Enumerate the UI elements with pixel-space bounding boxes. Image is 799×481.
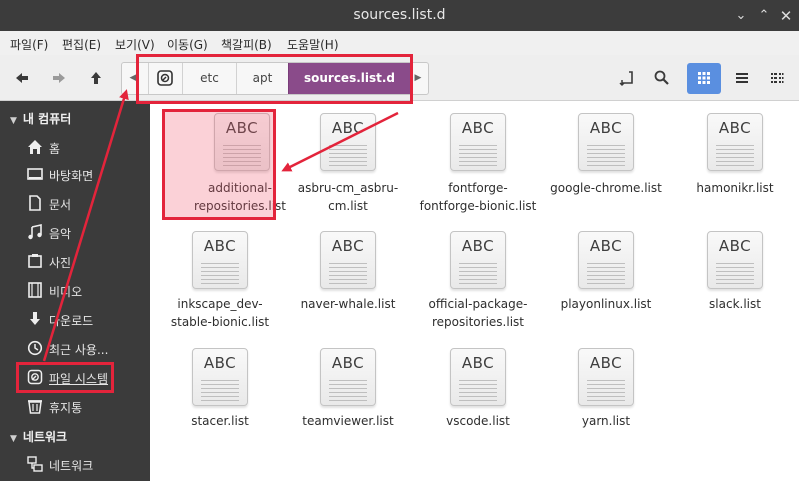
file-name: slack.list	[709, 297, 761, 311]
picture-icon	[26, 251, 44, 271]
icon-view-button[interactable]	[687, 63, 721, 94]
sidebar-item-label: 홈	[49, 142, 61, 156]
text-file-icon: ABC	[320, 348, 376, 406]
window-title: sources.list.d	[353, 7, 446, 23]
list-icon	[736, 73, 748, 83]
grid-icon	[698, 72, 710, 84]
collapse-triangle-icon: ▼	[10, 116, 17, 126]
arrow-right-icon	[53, 73, 65, 83]
sidebar-item-label: 휴지통	[49, 401, 83, 415]
text-file-icon: ABC	[450, 113, 506, 171]
file-name: official-package- repositories.list	[428, 297, 528, 329]
arrow-left-icon	[16, 73, 28, 83]
text-file-icon: ABC	[450, 231, 506, 289]
back-button[interactable]	[10, 66, 34, 90]
video-icon	[26, 280, 44, 300]
trash-icon	[26, 396, 44, 416]
annotation-sidebar-highlight	[16, 362, 114, 393]
title-bar: sources.list.d ⌄ ⌃ ✕	[0, 0, 799, 31]
text-file-icon: ABC	[450, 348, 506, 406]
terminal-jump-icon	[619, 71, 633, 87]
search-icon	[654, 70, 669, 85]
text-file-icon: ABC	[578, 113, 634, 171]
file-name: inkscape_dev- stable-bionic.list	[170, 297, 270, 329]
maximize-button[interactable]: ⌃	[754, 6, 774, 26]
file-name: teamviewer.list	[302, 414, 394, 428]
menu-bookmarks[interactable]: 책갈피(B)	[221, 36, 272, 53]
text-file-icon: ABC	[707, 113, 763, 171]
sidebar: ▼ 내 컴퓨터 홈 바탕화면 문서 음악 사진 비디오 다운로드 최근 사용..…	[0, 101, 150, 481]
file-name: hamonikr.list	[696, 181, 774, 195]
sidebar-item-label: 바탕화면	[49, 169, 94, 183]
file-name: google-chrome.list	[550, 181, 662, 195]
close-button[interactable]: ✕	[776, 6, 796, 26]
menu-go[interactable]: 이동(G)	[167, 36, 208, 53]
text-file-icon: ABC	[578, 348, 634, 406]
text-file-icon: ABC	[320, 113, 376, 171]
menu-bar: 파일(F) 편집(E) 보기(V) 이동(G) 책갈피(B) 도움말(H)	[0, 31, 799, 55]
file-name: asbru-cm_asbru- cm.list	[297, 181, 399, 213]
file-name: vscode.list	[446, 414, 510, 428]
file-name: stacer.list	[191, 414, 249, 428]
menu-edit[interactable]: 편집(E)	[62, 36, 101, 53]
sidebar-item-label: 비디오	[49, 285, 83, 299]
annotation-file-highlight	[162, 109, 276, 220]
sidebar-section-network[interactable]: ▼ 네트워크	[10, 428, 67, 445]
sidebar-item-label: 네트워크	[49, 459, 94, 473]
menu-view[interactable]: 보기(V)	[115, 36, 155, 53]
file-name: naver-whale.list	[300, 297, 396, 311]
text-file-icon: ABC	[192, 231, 248, 289]
text-file-icon: ABC	[578, 231, 634, 289]
document-icon	[26, 193, 44, 213]
compact-list-icon	[771, 73, 784, 83]
home-icon	[26, 137, 44, 157]
sidebar-section-my-computer[interactable]: ▼ 내 컴퓨터	[10, 110, 71, 127]
sidebar-item-label: 문서	[49, 198, 72, 212]
list-view-button[interactable]	[725, 63, 759, 94]
text-file-icon: ABC	[320, 231, 376, 289]
annotation-breadcrumb-highlight	[136, 54, 413, 104]
sidebar-section-label: 네트워크	[22, 430, 68, 444]
breadcrumb-right-arrow[interactable]: ▶	[411, 63, 425, 94]
sidebar-item-label: 사진	[49, 256, 72, 270]
menu-help[interactable]: 도움말(H)	[287, 36, 339, 53]
sidebar-item-label: 음악	[49, 227, 72, 241]
minimize-button[interactable]: ⌄	[731, 6, 751, 26]
sidebar-item-label: 다운로드	[49, 314, 94, 328]
music-icon	[26, 222, 44, 242]
desktop-icon	[26, 164, 44, 184]
up-button[interactable]	[84, 66, 108, 90]
sidebar-item-label: 최근 사용...	[49, 343, 109, 357]
file-name: yarn.list	[581, 414, 631, 428]
forward-button[interactable]	[47, 66, 71, 90]
open-terminal-button[interactable]	[615, 66, 639, 90]
file-name: fontforge- fontforge-bionic.list	[419, 181, 537, 213]
arrow-up-icon	[91, 72, 101, 84]
network-icon	[26, 454, 44, 474]
collapse-triangle-icon: ▼	[10, 434, 17, 444]
download-icon	[26, 309, 44, 329]
menu-file[interactable]: 파일(F)	[10, 36, 48, 53]
clock-icon	[26, 338, 44, 358]
text-file-icon: ABC	[707, 231, 763, 289]
file-name: playonlinux.list	[560, 297, 652, 311]
search-button[interactable]	[650, 66, 674, 90]
sidebar-section-label: 내 컴퓨터	[22, 112, 72, 126]
text-file-icon: ABC	[192, 348, 248, 406]
compact-view-button[interactable]	[760, 63, 794, 94]
